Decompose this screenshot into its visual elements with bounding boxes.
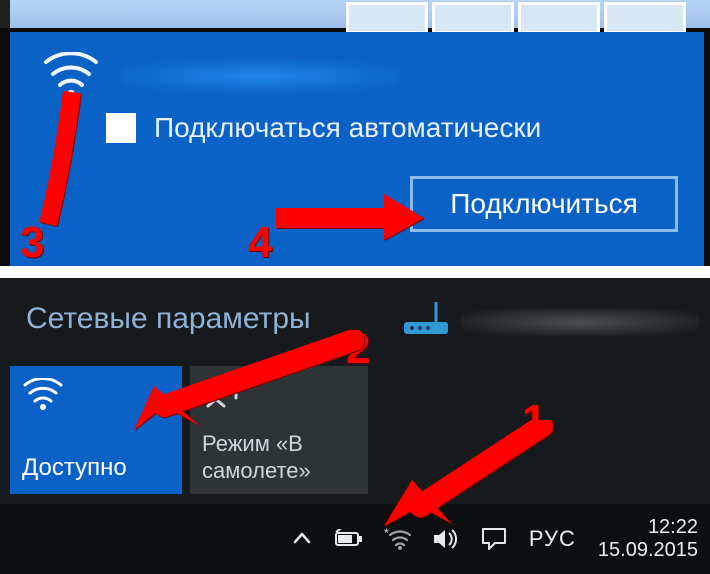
background-window-fragment: [346, 2, 686, 34]
auto-connect-row[interactable]: Подключаться автоматически: [10, 106, 704, 160]
connect-button[interactable]: Подключиться: [410, 176, 678, 232]
screenshot-root: Подключаться автоматически Подключиться …: [0, 0, 710, 574]
taskbar: * РУС 12:22 15.09.2015: [0, 504, 710, 574]
router-icon: [400, 298, 452, 345]
wifi-network-row[interactable]: [10, 32, 704, 106]
tray-overflow-chevron-icon[interactable]: [285, 522, 319, 556]
annotation-arrow-4: [276, 192, 426, 242]
annotation-arrow-1: [370, 420, 560, 530]
wifi-tile-label: Доступно: [22, 454, 170, 482]
annotation-arrow-3: [22, 78, 112, 228]
panel-separator: [0, 266, 710, 278]
clock-date: 15.09.2015: [598, 539, 698, 562]
clock-time: 12:22: [598, 516, 698, 539]
annotation-arrow-2: [104, 330, 364, 440]
clock[interactable]: 12:22 15.09.2015: [598, 516, 698, 562]
auto-connect-label: Подключаться автоматически: [154, 112, 541, 144]
battery-icon[interactable]: [333, 522, 367, 556]
wifi-ssid-redacted: [120, 59, 400, 93]
annotation-number-4: 4: [248, 218, 272, 268]
router-name-redacted: [460, 308, 700, 336]
